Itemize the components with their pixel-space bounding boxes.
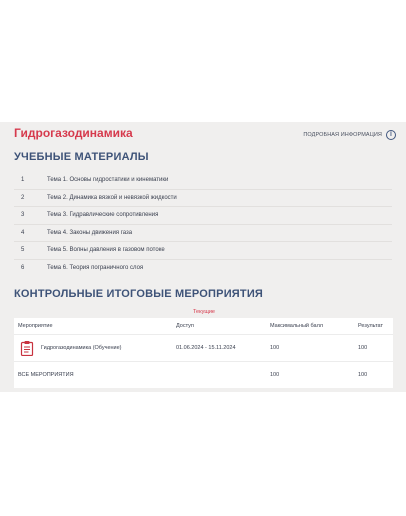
topic-label: Тема 5. Волны давления в газовом потоке	[47, 247, 165, 254]
total-max-score: 100	[270, 372, 280, 378]
activity-result: 100	[358, 345, 368, 351]
topic-label: Тема 1. Основы гидростатики и кинематики	[47, 177, 169, 184]
course-title: Гидрогазодинамика	[14, 126, 133, 140]
more-info-label: ПОДРОБНАЯ ИНФОРМАЦИЯ	[303, 132, 382, 138]
topic-item[interactable]: 4 Тема 4. Законы движения газа	[14, 223, 392, 242]
table-row: Гидрогазодинамика (Обучение) 01.06.2024 …	[14, 335, 393, 362]
materials-title: УЧЕБНЫЕ МАТЕРИАЛЫ	[14, 151, 149, 163]
column-header-activity: Мероприятие	[18, 323, 53, 329]
column-header-result: Результат	[358, 323, 384, 329]
topic-item[interactable]: 2 Тема 2. Динамика вязкой и невязкой жид…	[14, 188, 392, 207]
table-header: Мероприятие Доступ Максимальный балл Рез…	[14, 318, 393, 335]
total-label: ВСЕ МЕРОПРИЯТИЯ	[18, 372, 74, 378]
tab-current[interactable]: Текущие	[193, 309, 215, 315]
topic-number: 4	[21, 229, 25, 236]
activity-max-score: 100	[270, 345, 280, 351]
total-result: 100	[358, 372, 368, 378]
column-header-max-score: Максимальный балл	[270, 323, 323, 329]
topic-number: 2	[21, 194, 25, 201]
topic-label: Тема 3. Гидравлические сопротивления	[47, 212, 159, 219]
activity-link[interactable]: Гидрогазодинамика (Обучение)	[41, 345, 122, 351]
column-header-access: Доступ	[176, 323, 194, 329]
topic-label: Тема 6. Теория пограничного слоя	[47, 264, 144, 271]
topic-item[interactable]: 1 Тема 1. Основы гидростатики и кинемати…	[14, 172, 392, 189]
topic-number: 5	[21, 247, 25, 254]
activities-title: КОНТРОЛЬНЫЕ ИТОГОВЫЕ МЕРОПРИЯТИЯ	[14, 288, 264, 300]
topic-number: 3	[21, 212, 25, 219]
topic-label: Тема 2. Динамика вязкой и невязкой жидко…	[47, 194, 177, 201]
activities-table: Мероприятие Доступ Максимальный балл Рез…	[14, 318, 393, 388]
topic-number: 6	[21, 264, 25, 271]
topic-number: 1	[21, 177, 25, 184]
activity-access: 01.06.2024 - 15.11.2024	[176, 345, 236, 351]
topic-item[interactable]: 3 Тема 3. Гидравлические сопротивления	[14, 206, 392, 224]
table-total-row: ВСЕ МЕРОПРИЯТИЯ 100 100	[14, 362, 393, 388]
topic-label: Тема 4. Законы движения газа	[47, 229, 133, 236]
topics-list: 1 Тема 1. Основы гидростатики и кинемати…	[14, 172, 392, 276]
more-info-link[interactable]: ПОДРОБНАЯ ИНФОРМАЦИЯ i	[303, 130, 396, 140]
topic-item[interactable]: 6 Тема 6. Теория пограничного слоя	[14, 258, 392, 277]
topic-item[interactable]: 5 Тема 5. Волны давления в газовом поток…	[14, 241, 392, 259]
activity-cell: Гидрогазодинамика (Обучение)	[14, 340, 176, 356]
clipboard-icon	[20, 341, 34, 356]
info-icon: i	[386, 130, 396, 140]
